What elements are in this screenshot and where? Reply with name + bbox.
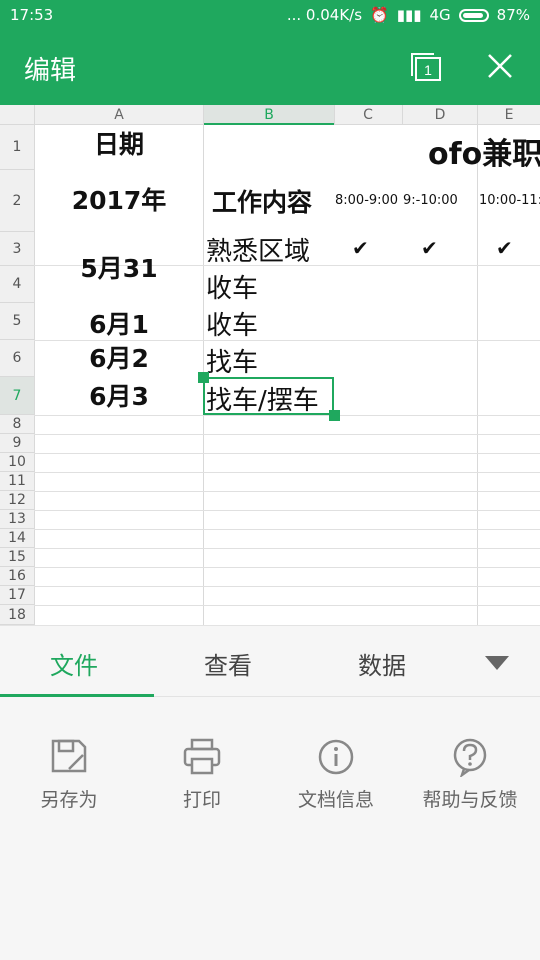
print-icon <box>183 738 221 775</box>
col-header-b[interactable]: B <box>204 105 334 125</box>
col-header-d[interactable]: D <box>402 105 478 125</box>
print-button[interactable]: 打印 <box>137 737 267 812</box>
info-icon <box>318 739 354 775</box>
doc-info-button[interactable]: 文档信息 <box>271 737 401 812</box>
cell-b3[interactable]: 熟悉区域 <box>206 231 310 268</box>
signal-icon: ▮▮▮ <box>396 6 422 24</box>
grid-line <box>34 491 540 492</box>
cell-b4[interactable]: 收车 <box>206 268 258 305</box>
bottom-tabbar: 文件 查看 数据 <box>0 625 540 697</box>
cell-b6[interactable]: 找车 <box>206 342 258 379</box>
row-header-10[interactable]: 10 <box>0 453 34 472</box>
grid-line <box>34 453 540 454</box>
cell-a1[interactable]: 日期 <box>34 125 204 165</box>
cell-a6[interactable]: 6月2 <box>34 339 204 375</box>
row-header-17[interactable]: 17 <box>0 586 34 605</box>
cell-selection[interactable] <box>203 377 334 415</box>
cell-d2[interactable]: 9:-10:00 <box>403 193 458 208</box>
grid-line <box>34 605 540 606</box>
row-header-18[interactable]: 18 <box>0 605 34 625</box>
cell-title-ofo[interactable]: ofo兼职 <box>428 129 540 173</box>
file-actions-panel: 另存为 打印 文档信息 帮助与反馈 <box>0 697 540 960</box>
row-header-2[interactable]: 2 <box>0 170 34 232</box>
cell-d3[interactable]: ✔ <box>421 236 438 260</box>
row-header-8[interactable]: 8 <box>0 415 34 434</box>
grid-line <box>34 472 540 473</box>
cell-a2[interactable]: 2017年 <box>34 181 204 217</box>
more-tabs-dropdown-icon[interactable] <box>485 656 509 670</box>
grid-line <box>34 529 540 530</box>
row-header-13[interactable]: 13 <box>0 510 34 529</box>
save-as-icon <box>51 739 87 773</box>
cell-e3[interactable]: ✔ <box>496 236 513 260</box>
row-header-9[interactable]: 9 <box>0 434 34 453</box>
battery-percent: 87% <box>496 6 530 24</box>
cell-b5[interactable]: 收车 <box>206 305 258 342</box>
tab-data[interactable]: 数据 <box>358 646 406 681</box>
row-header-1[interactable]: 1 <box>0 125 34 170</box>
row-header-6[interactable]: 6 <box>0 340 34 377</box>
col-header-e[interactable]: E <box>478 105 540 125</box>
save-as-button[interactable]: 另存为 <box>4 737 134 812</box>
row-header-7[interactable]: 7 <box>0 377 34 415</box>
grid-line <box>34 548 540 549</box>
grid-line <box>34 510 540 511</box>
help-feedback-button[interactable]: 帮助与反馈 <box>405 737 535 812</box>
tab-file[interactable]: 文件 <box>50 646 98 681</box>
tab-view[interactable]: 查看 <box>204 646 252 681</box>
app-header: 17:53 ... 0.04K/s ⏰ ▮▮▮ 4G 87% 编辑 1 <box>0 0 540 105</box>
alarm-icon: ⏰ <box>370 6 389 24</box>
status-time: 17:53 <box>10 6 54 24</box>
cell-e2[interactable]: 10:00-11: <box>479 193 540 208</box>
grid-line <box>34 567 540 568</box>
row-header-15[interactable]: 15 <box>0 548 34 567</box>
network-speed: ... 0.04K/s <box>286 6 363 24</box>
selection-handle-top-left[interactable] <box>198 372 209 383</box>
print-label: 打印 <box>182 789 221 811</box>
row-header-3[interactable]: 3 <box>0 232 34 266</box>
close-icon <box>488 54 512 78</box>
cell-c2[interactable]: 8:00-9:00 <box>335 193 398 208</box>
row-header-12[interactable]: 12 <box>0 491 34 510</box>
grid-line <box>402 105 403 125</box>
spreadsheet-grid[interactable]: A B C D E 1 2 3 4 5 6 7 8 9 10 11 12 13 … <box>0 105 540 625</box>
tabs-switch-button[interactable]: 1 <box>410 52 442 82</box>
cell-c3[interactable]: ✔ <box>352 236 369 260</box>
status-bar: 17:53 ... 0.04K/s ⏰ ▮▮▮ 4G 87% <box>0 0 540 30</box>
grid-line <box>477 105 478 625</box>
tab-count: 1 <box>424 62 432 78</box>
cell-a7[interactable]: 6月3 <box>34 377 204 413</box>
cell-b2[interactable]: 工作内容 <box>212 183 312 219</box>
row-header-16[interactable]: 16 <box>0 567 34 586</box>
grid-line <box>334 105 335 125</box>
network-type: 4G <box>429 6 451 24</box>
corner-cell[interactable] <box>0 105 34 125</box>
help-icon <box>453 738 487 777</box>
selection-handle-bottom-right[interactable] <box>329 410 340 421</box>
row-header-11[interactable]: 11 <box>0 472 34 491</box>
status-right: ... 0.04K/s ⏰ ▮▮▮ 4G 87% <box>287 6 530 24</box>
grid-line <box>34 586 540 587</box>
battery-icon <box>458 8 489 22</box>
cell-a5[interactable]: 6月1 <box>34 305 204 341</box>
col-header-a[interactable]: A <box>34 105 204 125</box>
close-button[interactable] <box>486 52 514 80</box>
row-header-4[interactable]: 4 <box>0 266 34 303</box>
doc-info-label: 文档信息 <box>297 789 374 811</box>
cell-a3[interactable]: 5月31 <box>34 249 204 285</box>
row-header-5[interactable]: 5 <box>0 303 34 340</box>
col-header-c[interactable]: C <box>334 105 402 125</box>
help-feedback-label: 帮助与反馈 <box>422 789 518 811</box>
row-header-14[interactable]: 14 <box>0 529 34 548</box>
save-as-label: 另存为 <box>40 789 98 811</box>
page-title: 编辑 <box>24 56 77 86</box>
tabs-icon: 1 <box>411 53 441 81</box>
grid-line <box>34 434 540 435</box>
